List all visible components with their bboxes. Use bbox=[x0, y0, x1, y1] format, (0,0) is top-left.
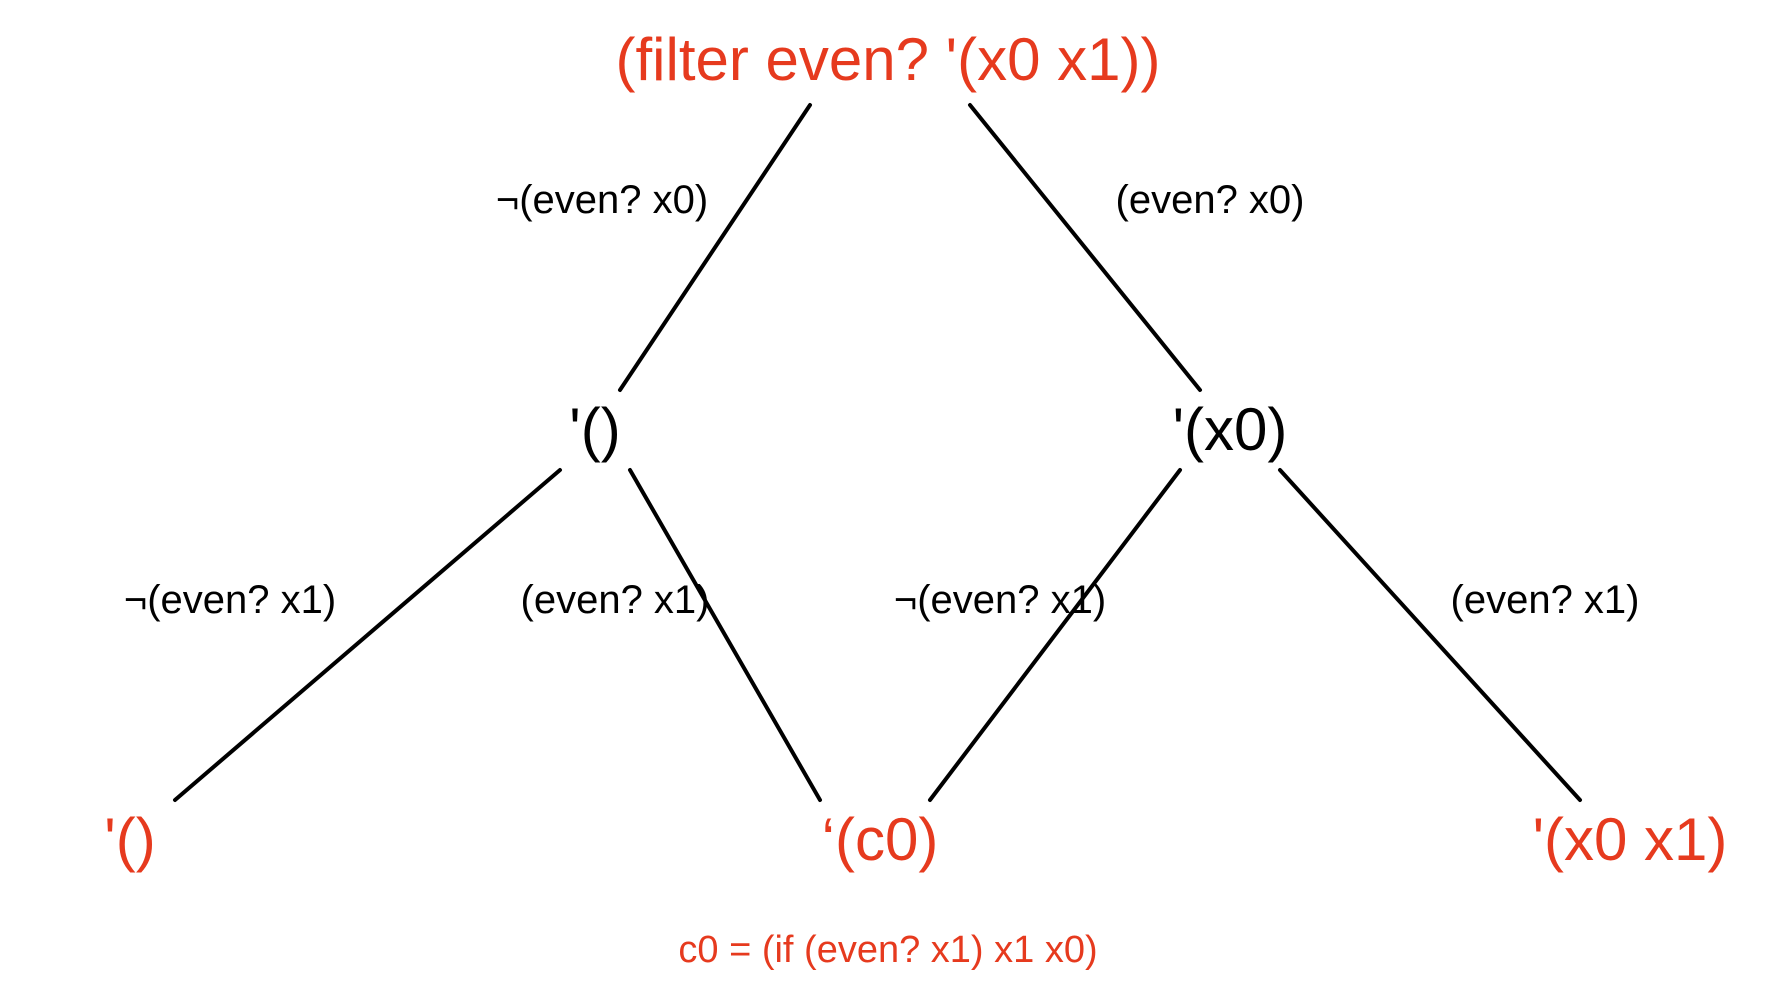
edge-mid-left-leaf-center bbox=[630, 470, 820, 800]
node-root: (filter even? '(x0 x1)) bbox=[616, 30, 1161, 90]
node-leaf-center: ‘(c0) bbox=[822, 810, 939, 870]
edge-root-mid-right bbox=[970, 105, 1200, 390]
label-mid-right-leaf-center: ¬(even? x1) bbox=[894, 580, 1106, 620]
label-mid-left-leaf-left: ¬(even? x1) bbox=[124, 580, 336, 620]
footnote-c0: c0 = (if (even? x1) x1 x0) bbox=[678, 931, 1097, 969]
node-mid-right: '(x0) bbox=[1173, 400, 1288, 460]
edge-root-mid-left bbox=[620, 105, 810, 390]
label-root-mid-left: ¬(even? x0) bbox=[496, 180, 708, 220]
label-mid-left-leaf-center: (even? x1) bbox=[521, 580, 710, 620]
edge-mid-right-leaf-right bbox=[1280, 470, 1580, 800]
node-leaf-right: '(x0 x1) bbox=[1533, 810, 1728, 870]
label-root-mid-right: (even? x0) bbox=[1116, 180, 1305, 220]
node-leaf-left: '() bbox=[104, 810, 155, 870]
edge-mid-right-leaf-center bbox=[930, 470, 1180, 800]
label-mid-right-leaf-right: (even? x1) bbox=[1451, 580, 1640, 620]
diagram-stage: (filter even? '(x0 x1)) '() '(x0) '() ‘(… bbox=[0, 0, 1777, 993]
edge-mid-left-leaf-left bbox=[175, 470, 560, 800]
node-mid-left: '() bbox=[569, 400, 620, 460]
